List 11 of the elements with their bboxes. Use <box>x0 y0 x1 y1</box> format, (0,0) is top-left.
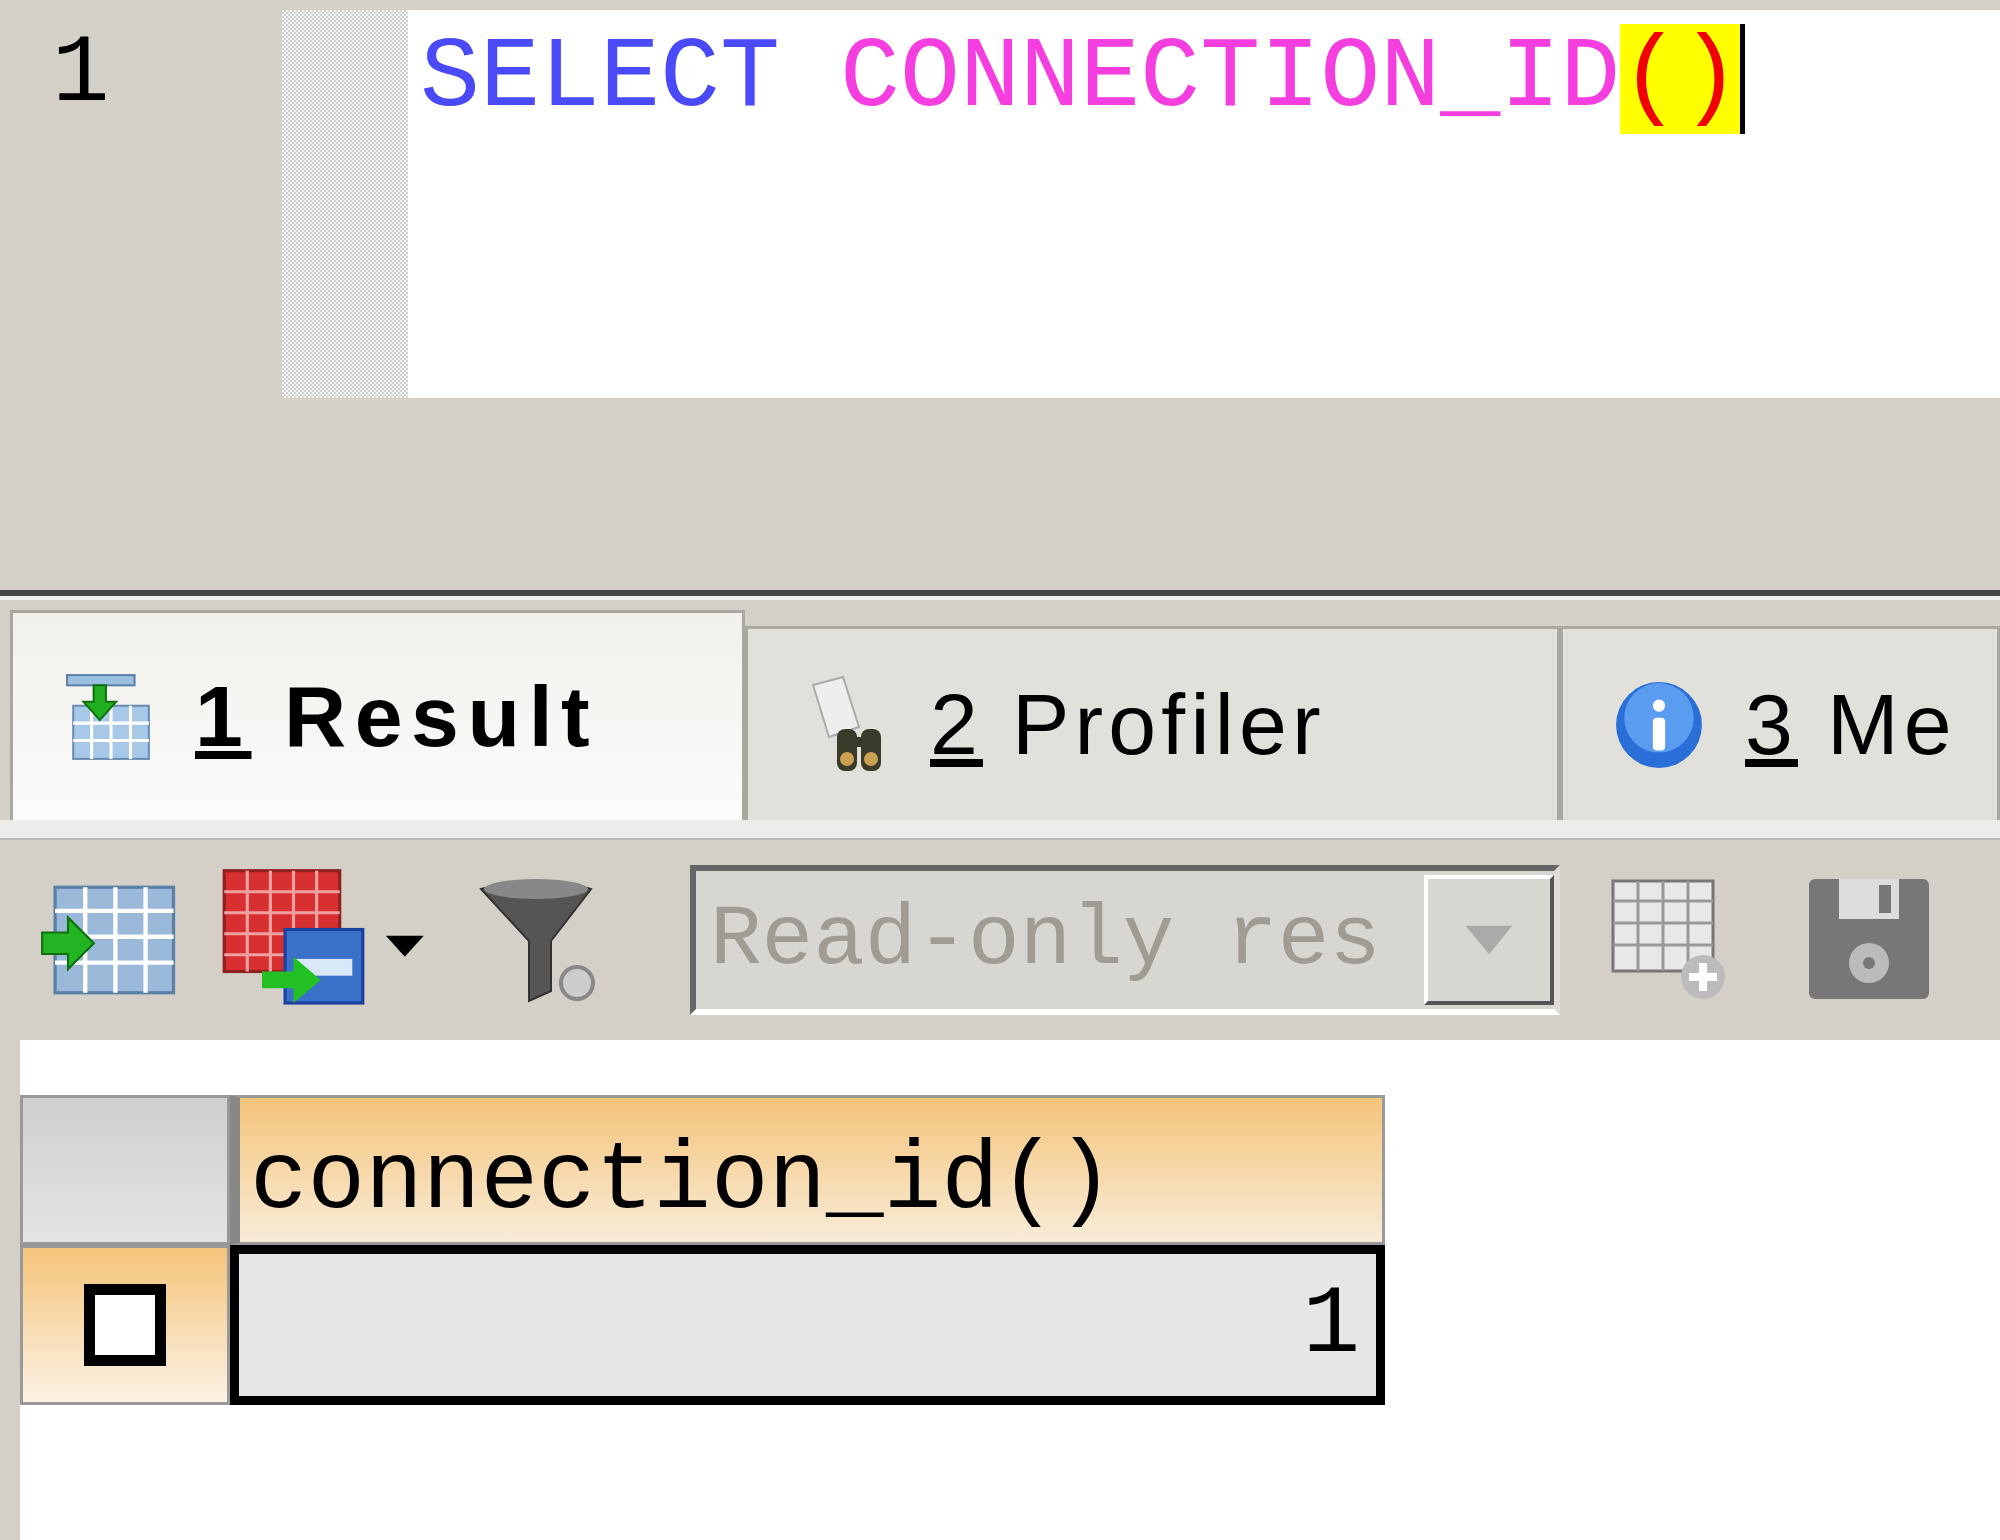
code-editor[interactable]: SELECT CONNECTION_ID() <box>408 10 2000 398</box>
row-checkbox[interactable] <box>84 1284 166 1366</box>
column-header[interactable]: connection_id() <box>230 1095 1385 1245</box>
pane-splitter[interactable] <box>0 590 2000 600</box>
row-header[interactable] <box>20 1245 230 1405</box>
table-cell: 1 <box>230 1245 1385 1405</box>
result-tab[interactable]: 2 Profiler <box>745 626 1560 820</box>
code-line: SELECT CONNECTION_ID() <box>420 24 1746 134</box>
result-tab[interactable]: 3 Me <box>1560 626 2000 820</box>
line-number: 1 <box>52 20 110 130</box>
result-tab[interactable]: 1 Result <box>10 610 745 820</box>
